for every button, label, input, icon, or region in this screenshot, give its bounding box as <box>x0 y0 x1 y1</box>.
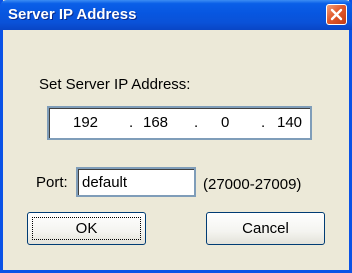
ip-octet-1[interactable]: 192 <box>73 114 98 131</box>
ip-separator: . <box>194 114 199 131</box>
close-button[interactable] <box>326 4 347 25</box>
cancel-button-label: Cancel <box>242 220 289 237</box>
port-input[interactable] <box>76 167 196 197</box>
server-ip-dialog: Server IP Address Set Server IP Address:… <box>0 0 352 273</box>
ip-address-label: Set Server IP Address: <box>39 76 191 93</box>
ip-separator: . <box>261 114 266 131</box>
close-icon <box>330 8 343 21</box>
window-title: Server IP Address <box>8 6 137 23</box>
port-range-hint: (27000-27009) <box>203 176 302 193</box>
ip-address-field[interactable]: 192 . 168 . 0 . 140 <box>47 106 312 140</box>
cancel-button[interactable]: Cancel <box>206 212 325 245</box>
port-label: Port: <box>36 174 68 191</box>
title-bar[interactable]: Server IP Address <box>0 0 352 30</box>
ok-button-label: OK <box>75 220 98 237</box>
ip-separator: . <box>129 114 134 131</box>
ok-button[interactable]: OK <box>27 212 146 245</box>
ip-octet-2[interactable]: 168 <box>143 114 168 131</box>
ip-octet-3[interactable]: 0 <box>221 114 229 131</box>
ip-octet-4[interactable]: 140 <box>277 114 302 131</box>
